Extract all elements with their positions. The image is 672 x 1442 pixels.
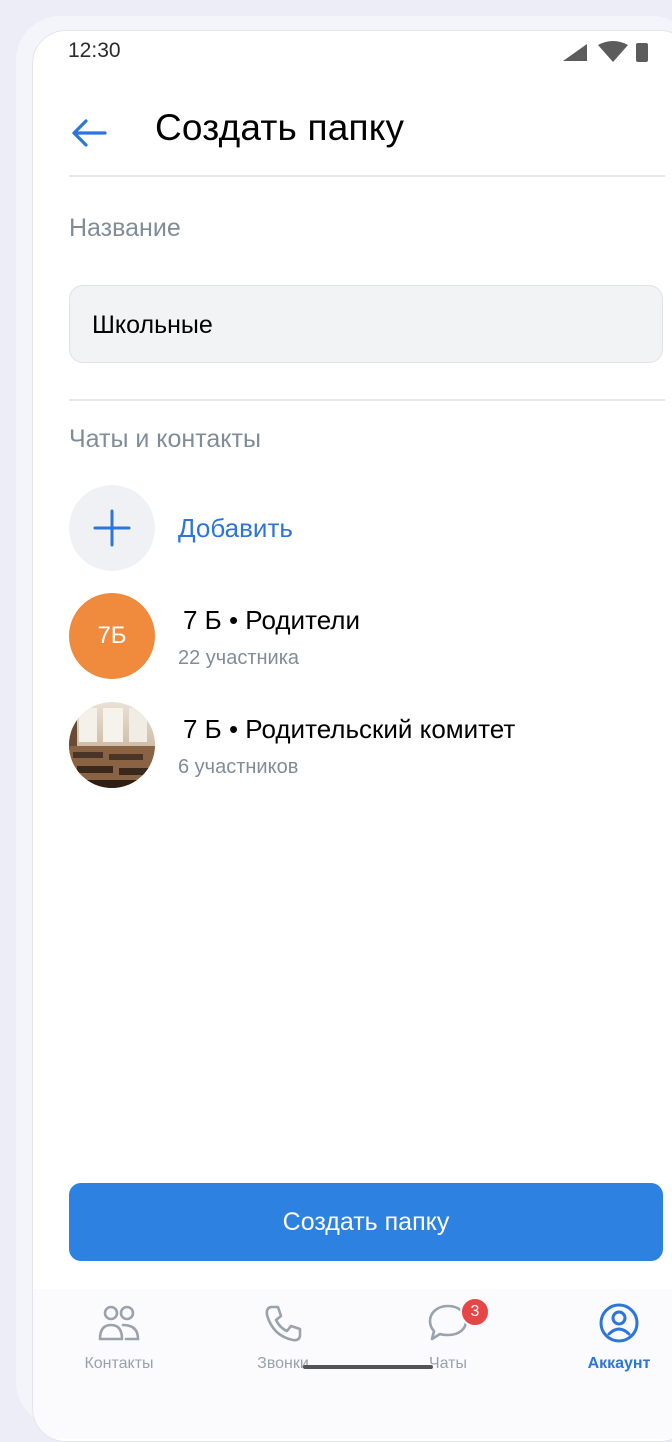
section-divider: [69, 399, 665, 401]
tab-label: Аккаунт: [587, 1355, 651, 1372]
plus-icon: [93, 509, 131, 547]
classroom-photo-icon: [69, 702, 155, 788]
page-title: Создать папку: [155, 107, 405, 148]
status-icons: [561, 41, 649, 63]
add-chat-button[interactable]: Добавить: [69, 485, 669, 571]
account-icon: [597, 1301, 641, 1345]
battery-icon: [636, 43, 648, 62]
header: Создать папку: [33, 91, 672, 177]
app-screen: 12:30 Создать папку Название Школьные Ча…: [32, 30, 672, 1442]
chat-members-count: 6 участников: [178, 756, 299, 778]
avatar: 7Б: [69, 593, 155, 679]
status-bar: 12:30: [33, 31, 672, 75]
tab-label: Звонки: [257, 1355, 309, 1372]
name-section-label: Название: [69, 214, 181, 242]
chat-name: 7 Б • Родительский комитет: [183, 714, 516, 744]
avatar-photo: [69, 702, 155, 788]
add-circle: [69, 485, 155, 571]
avatar-initials: 7Б: [69, 593, 155, 679]
folder-name-value: Школьные: [92, 311, 213, 339]
back-button[interactable]: [67, 111, 111, 155]
tab-account[interactable]: Аккаунт: [559, 1301, 672, 1372]
back-arrow-icon: [72, 119, 107, 147]
tab-calls[interactable]: Звонки: [223, 1301, 343, 1372]
create-folder-button[interactable]: Создать папку: [69, 1183, 663, 1261]
tab-label: Контакты: [84, 1355, 154, 1372]
bottom-tab-bar: Контакты Звонки 3 Чаты Аккаунт: [33, 1289, 672, 1439]
tab-label: Чаты: [428, 1355, 468, 1372]
wifi-icon: [598, 41, 628, 62]
home-indicator: [303, 1365, 433, 1369]
signal-icon: [563, 44, 587, 61]
add-label: Добавить: [178, 513, 293, 543]
chat-name: 7 Б • Родители: [183, 605, 360, 635]
chat-members-count: 22 участника: [178, 647, 300, 669]
folder-name-input[interactable]: Школьные: [69, 285, 663, 363]
chat-item-parent-committee[interactable]: 7 Б • Родительский комитет 6 участников: [69, 702, 669, 792]
chats-section-label: Чаты и контакты: [69, 425, 261, 453]
unread-badge: 3: [460, 1297, 490, 1327]
chat-item-parents[interactable]: 7Б 7 Б • Родители 22 участника: [69, 593, 669, 683]
tab-contacts[interactable]: Контакты: [59, 1301, 179, 1372]
header-divider: [69, 175, 665, 177]
phone-icon: [261, 1301, 305, 1345]
contacts-icon: [97, 1301, 141, 1345]
tab-chats[interactable]: 3 Чаты: [388, 1297, 508, 1372]
status-time: 12:30: [68, 39, 121, 62]
